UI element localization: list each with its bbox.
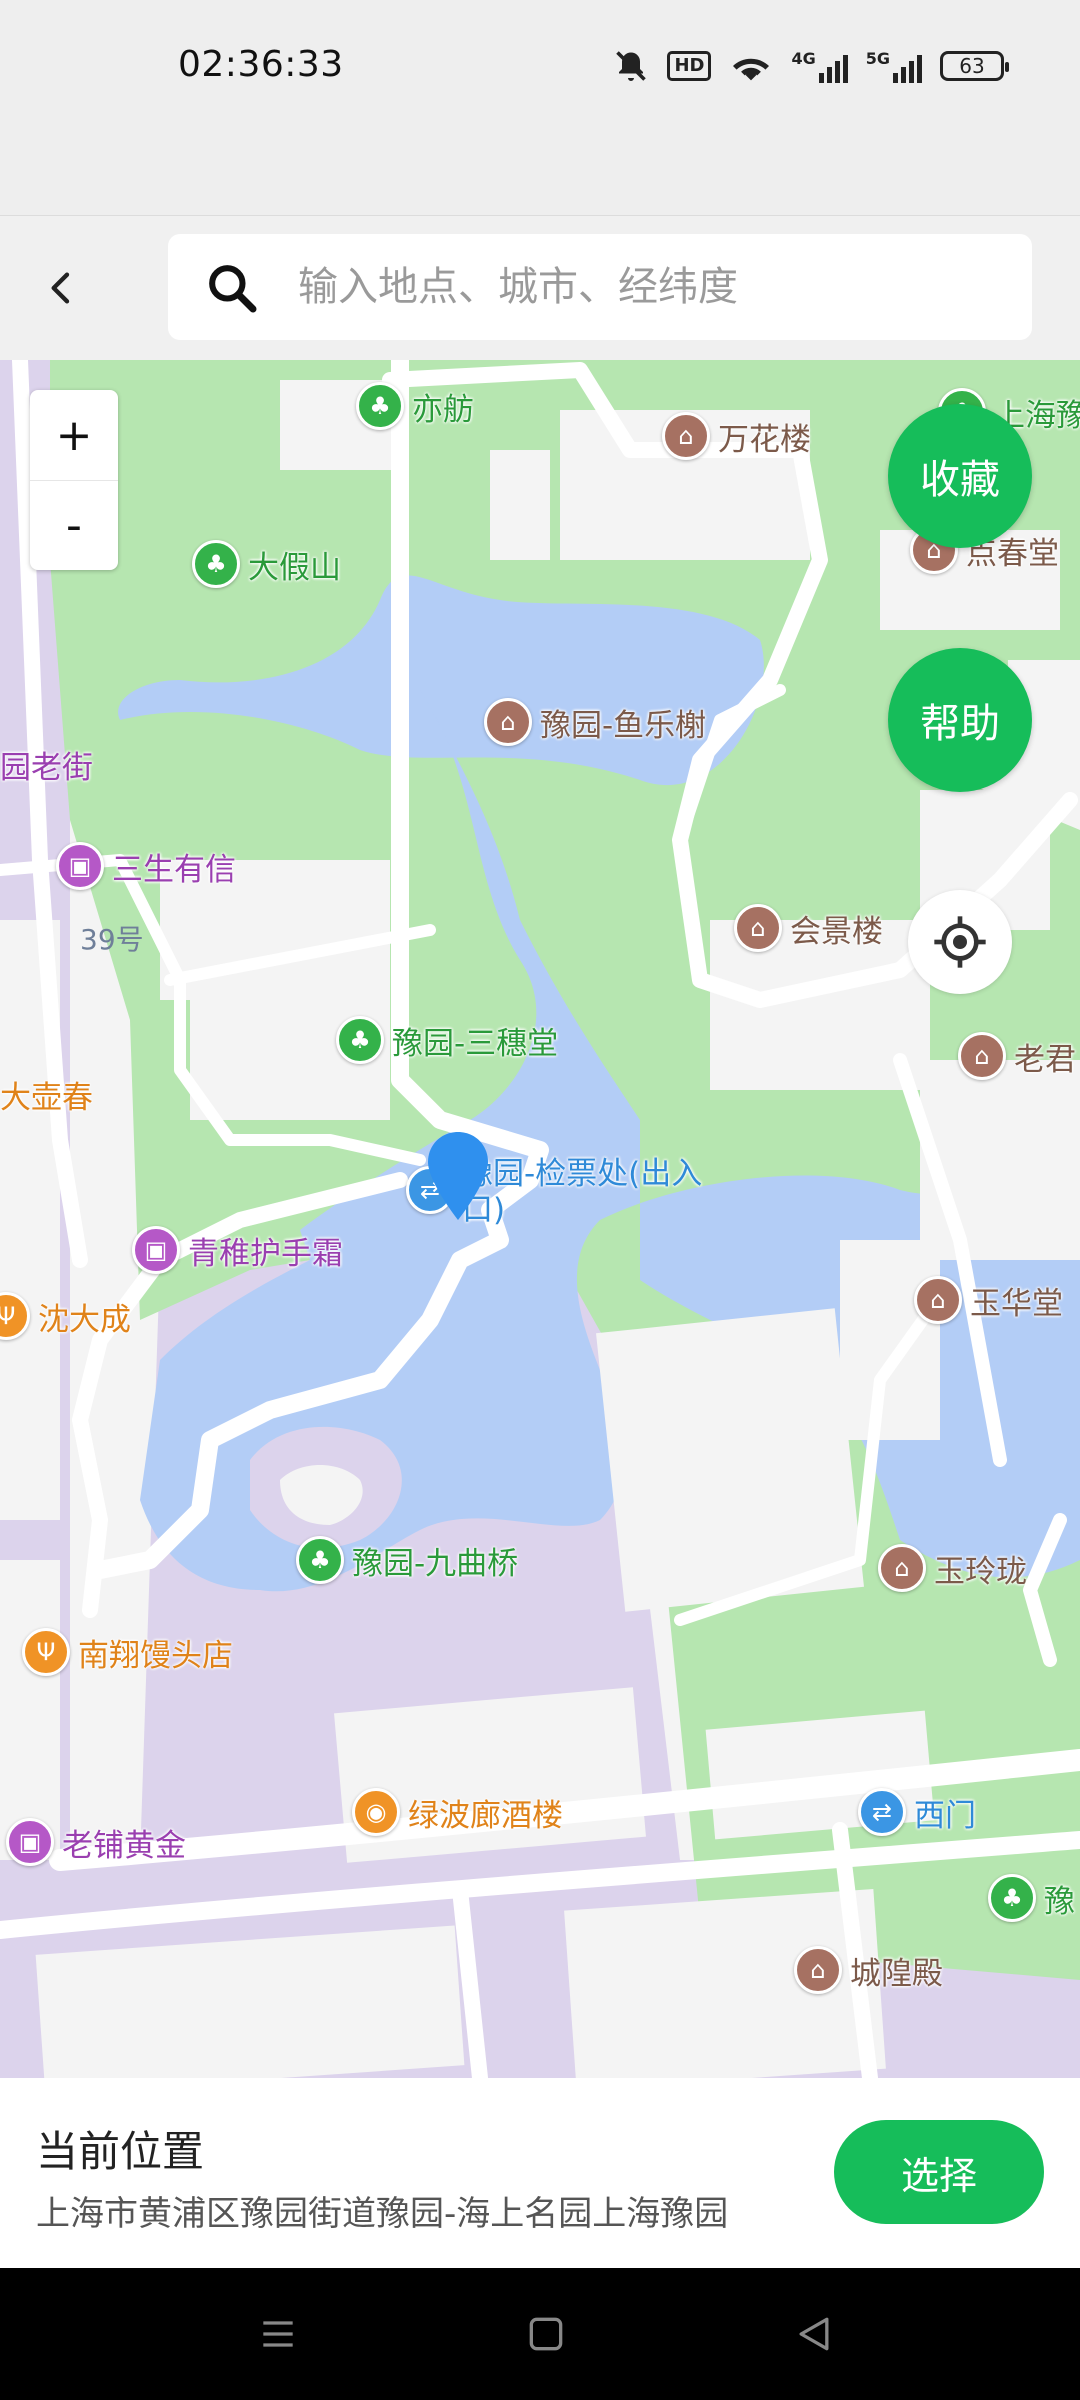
shop-icon: ▣ <box>132 1226 180 1274</box>
system-nav-bar <box>0 2268 1080 2400</box>
home-nav-button[interactable] <box>516 2304 576 2364</box>
tree-icon: ♣ <box>988 1874 1036 1922</box>
temple-icon: ⌂ <box>958 1032 1006 1080</box>
status-icons: HD 4G 5G 63 <box>613 44 1009 88</box>
current-location-address: 上海市黄浦区豫园街道豫园-海上名园上海豫园 <box>36 2194 729 2234</box>
home-square-icon <box>529 2317 563 2351</box>
search-box[interactable] <box>168 234 1032 340</box>
back-button[interactable] <box>30 256 94 320</box>
shop-icon: ▣ <box>6 1818 54 1866</box>
poi-yulinglong[interactable]: ⌂ 玉玲珑 <box>878 1544 1027 1592</box>
temple-icon: ⌂ <box>734 904 782 952</box>
poi-laopuhuangjin[interactable]: ▣ 老铺黄金 <box>6 1818 186 1866</box>
status-time: 02:36:33 <box>178 44 344 85</box>
locate-button[interactable] <box>908 890 1012 994</box>
temple-icon: ⌂ <box>878 1544 926 1592</box>
poi-lvbolang[interactable]: ◉ 绿波廊酒楼 <box>352 1788 563 1836</box>
restaurant-icon: Ψ <box>0 1292 30 1340</box>
food-icon: ◉ <box>352 1788 400 1836</box>
temple-icon: ⌂ <box>794 1946 842 1994</box>
wifi-icon <box>733 58 770 81</box>
poi-sansuitang[interactable]: ♣ 豫园-三穗堂 <box>336 1016 558 1064</box>
poi-sanshengyouxin[interactable]: ▣ 三生有信 <box>56 842 236 890</box>
poi-huijinglou[interactable]: ⌂ 会景楼 <box>734 904 883 952</box>
poi-dajiashan[interactable]: ♣ 大假山 <box>192 540 341 588</box>
signal-5g-icon: 5G <box>866 49 922 83</box>
status-bar: 02:36:33 HD 4G 5G 63 <box>0 0 1080 136</box>
select-button[interactable]: 选择 <box>834 2120 1044 2224</box>
search-header <box>0 216 1080 360</box>
poi-yu-edge[interactable]: ♣ 豫 <box>988 1874 1075 1922</box>
poi-ximen[interactable]: ⇄ 西门 <box>858 1788 976 1836</box>
map-view[interactable]: ♣亦舫 ⌂万花楼 ♣上海豫 ⌂点春堂 ♣大假山 ⌂豫园-鱼乐榭 园老街 ▣三生有… <box>0 360 1080 2078</box>
poi-shendacheng[interactable]: Ψ 沈大成 <box>0 1292 131 1340</box>
help-button[interactable]: 帮助 <box>888 648 1032 792</box>
restaurant-icon: Ψ <box>22 1628 70 1676</box>
back-triangle-icon <box>799 2317 829 2351</box>
tree-icon: ♣ <box>296 1536 344 1584</box>
menu-icon <box>263 2321 293 2347</box>
screen: 02:36:33 HD 4G 5G 63 输入地点、城市、经纬度 ♣ 亦舫 ⌂ … <box>0 0 1080 2400</box>
poi-laojun[interactable]: ⌂ 老君 <box>958 1032 1076 1080</box>
mute-icon <box>616 51 647 81</box>
hd-icon: HD <box>667 51 712 81</box>
tree-icon: ♣ <box>192 540 240 588</box>
location-panel: 当前位置 上海市黄浦区豫园街道豫园-海上名园上海豫园 选择 <box>0 2078 1080 2268</box>
header-spacer <box>0 136 1080 216</box>
signal-4g-icon: 4G <box>791 49 848 83</box>
shop-icon: ▣ <box>56 842 104 890</box>
poi-yuhuatang[interactable]: ⌂ 玉华堂 <box>914 1276 1063 1324</box>
tree-icon: ♣ <box>336 1016 384 1064</box>
temple-icon: ⌂ <box>662 412 710 460</box>
poi-yulexie[interactable]: ⌂ 豫园-鱼乐榭 <box>484 698 706 746</box>
zoom-in-button[interactable]: + <box>30 390 118 480</box>
battery-icon: 63 <box>940 51 1009 81</box>
poi-nanxiang[interactable]: Ψ 南翔馒头店 <box>22 1628 233 1676</box>
poi-dahuchun[interactable]: 大壶春 <box>0 1072 93 1117</box>
poi-yuanlaojie[interactable]: 园老街 <box>0 742 93 787</box>
search-input[interactable] <box>298 252 998 322</box>
zoom-out-button[interactable]: - <box>30 480 118 570</box>
street-number-label: 39号 <box>80 923 144 956</box>
location-marker-icon <box>428 1132 488 1220</box>
poi-qingzhi[interactable]: ▣ 青稚护手霜 <box>132 1226 343 1274</box>
search-icon <box>209 265 257 313</box>
chevron-left-icon <box>51 272 70 304</box>
poi-chenghuangdian[interactable]: ⌂ 城隍殿 <box>794 1946 943 1994</box>
temple-icon: ⌂ <box>484 698 532 746</box>
poi-jiuqiqiao[interactable]: ♣ 豫园-九曲桥 <box>296 1536 518 1584</box>
poi-wanhualou[interactable]: ⌂ 万花楼 <box>662 412 811 460</box>
favorite-button[interactable]: 收藏 <box>888 404 1032 548</box>
crosshair-icon <box>934 916 986 968</box>
entrance-icon: ⇄ <box>858 1788 906 1836</box>
menu-nav-button[interactable] <box>248 2304 308 2364</box>
temple-icon: ⌂ <box>914 1276 962 1324</box>
back-nav-button[interactable] <box>784 2304 844 2364</box>
poi-yifang[interactable]: ♣ 亦舫 <box>356 382 474 430</box>
zoom-controls: + - <box>30 390 118 570</box>
current-location-title: 当前位置 <box>36 2127 205 2176</box>
tree-icon: ♣ <box>356 382 404 430</box>
